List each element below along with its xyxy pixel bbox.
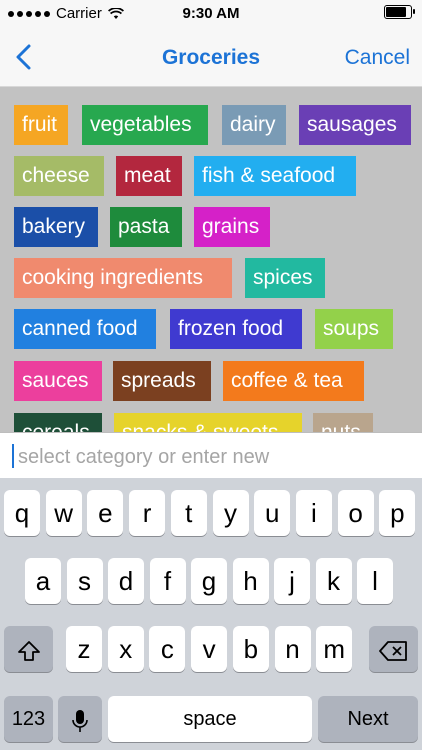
key-m[interactable]: m [316, 626, 353, 672]
category-tag[interactable]: cheese [14, 156, 104, 196]
key-z[interactable]: z [66, 626, 102, 672]
category-tag[interactable]: coffee & tea [223, 361, 364, 401]
key-k[interactable]: k [315, 558, 352, 604]
category-tag[interactable]: nuts [313, 413, 373, 432]
key-x[interactable]: x [107, 626, 144, 672]
shift-key[interactable] [4, 626, 53, 672]
key-i[interactable]: i [295, 490, 332, 536]
key-j[interactable]: j [274, 558, 310, 604]
status-time: 9:30 AM [182, 5, 240, 22]
key-t[interactable]: t [170, 490, 207, 536]
category-input[interactable] [16, 440, 416, 474]
battery-icon [384, 5, 415, 19]
key-o[interactable]: o [337, 490, 374, 536]
key-d[interactable]: d [108, 558, 144, 604]
category-tag[interactable]: snacks & sweets [114, 413, 302, 432]
key-h[interactable]: h [232, 558, 269, 604]
keyboard: q w e r t y u i o p a s d f g h j k l z x c v b n m 123 space Next [0, 478, 422, 750]
microphone-key[interactable] [58, 696, 102, 742]
key-q[interactable]: q [4, 490, 40, 536]
key-b[interactable]: b [232, 626, 269, 672]
key-s[interactable]: s [66, 558, 103, 604]
shift-icon [17, 640, 41, 662]
category-tag[interactable]: dairy [222, 105, 286, 145]
category-tag[interactable]: meat [116, 156, 182, 196]
key-a[interactable]: a [25, 558, 61, 604]
category-tag[interactable]: grains [194, 207, 270, 247]
category-tag[interactable]: cooking ingredients [14, 258, 232, 298]
key-c[interactable]: c [149, 626, 186, 672]
next-key[interactable]: Next [318, 696, 418, 742]
key-r[interactable]: r [129, 490, 166, 536]
category-tag[interactable]: bakery [14, 207, 98, 247]
key-l[interactable]: l [357, 558, 393, 604]
microphone-icon [72, 709, 88, 733]
text-caret [12, 444, 14, 468]
space-key[interactable]: space [108, 696, 312, 742]
key-n[interactable]: n [274, 626, 311, 672]
category-tag[interactable]: sauces [14, 361, 102, 401]
key-e[interactable]: e [87, 490, 124, 536]
category-tag-area: fruit vegetables dairy sausages cheese meat fi… [0, 87, 422, 432]
category-tag[interactable]: soups [315, 309, 393, 349]
category-tag[interactable]: sausages [299, 105, 411, 145]
category-tag[interactable]: fish & seafood [194, 156, 356, 196]
backspace-key[interactable] [369, 626, 418, 672]
category-tag[interactable]: spices [245, 258, 325, 298]
category-tag[interactable]: pasta [110, 207, 182, 247]
status-right [384, 5, 415, 19]
key-y[interactable]: y [212, 490, 249, 536]
category-tag[interactable]: canned food [14, 309, 156, 349]
category-tag[interactable]: spreads [113, 361, 211, 401]
key-p[interactable]: p [379, 490, 416, 536]
key-f[interactable]: f [149, 558, 186, 604]
backspace-icon [378, 640, 409, 662]
key-g[interactable]: g [191, 558, 227, 604]
category-tag[interactable]: vegetables [82, 105, 208, 145]
numbers-key[interactable]: 123 [4, 696, 53, 742]
key-u[interactable]: u [254, 490, 291, 536]
key-w[interactable]: w [45, 490, 82, 536]
battery-level [386, 7, 406, 17]
category-tag[interactable]: fruit [14, 105, 68, 145]
category-tag[interactable]: frozen food [170, 309, 302, 349]
category-input-bar [0, 432, 422, 479]
cancel-button[interactable]: Cancel [345, 46, 410, 70]
nav-bar: Groceries Cancel [0, 30, 422, 87]
status-bar: Carrier 9:30 AM [0, 0, 422, 30]
category-tag[interactable]: cereals [14, 413, 102, 432]
key-v[interactable]: v [191, 626, 228, 672]
